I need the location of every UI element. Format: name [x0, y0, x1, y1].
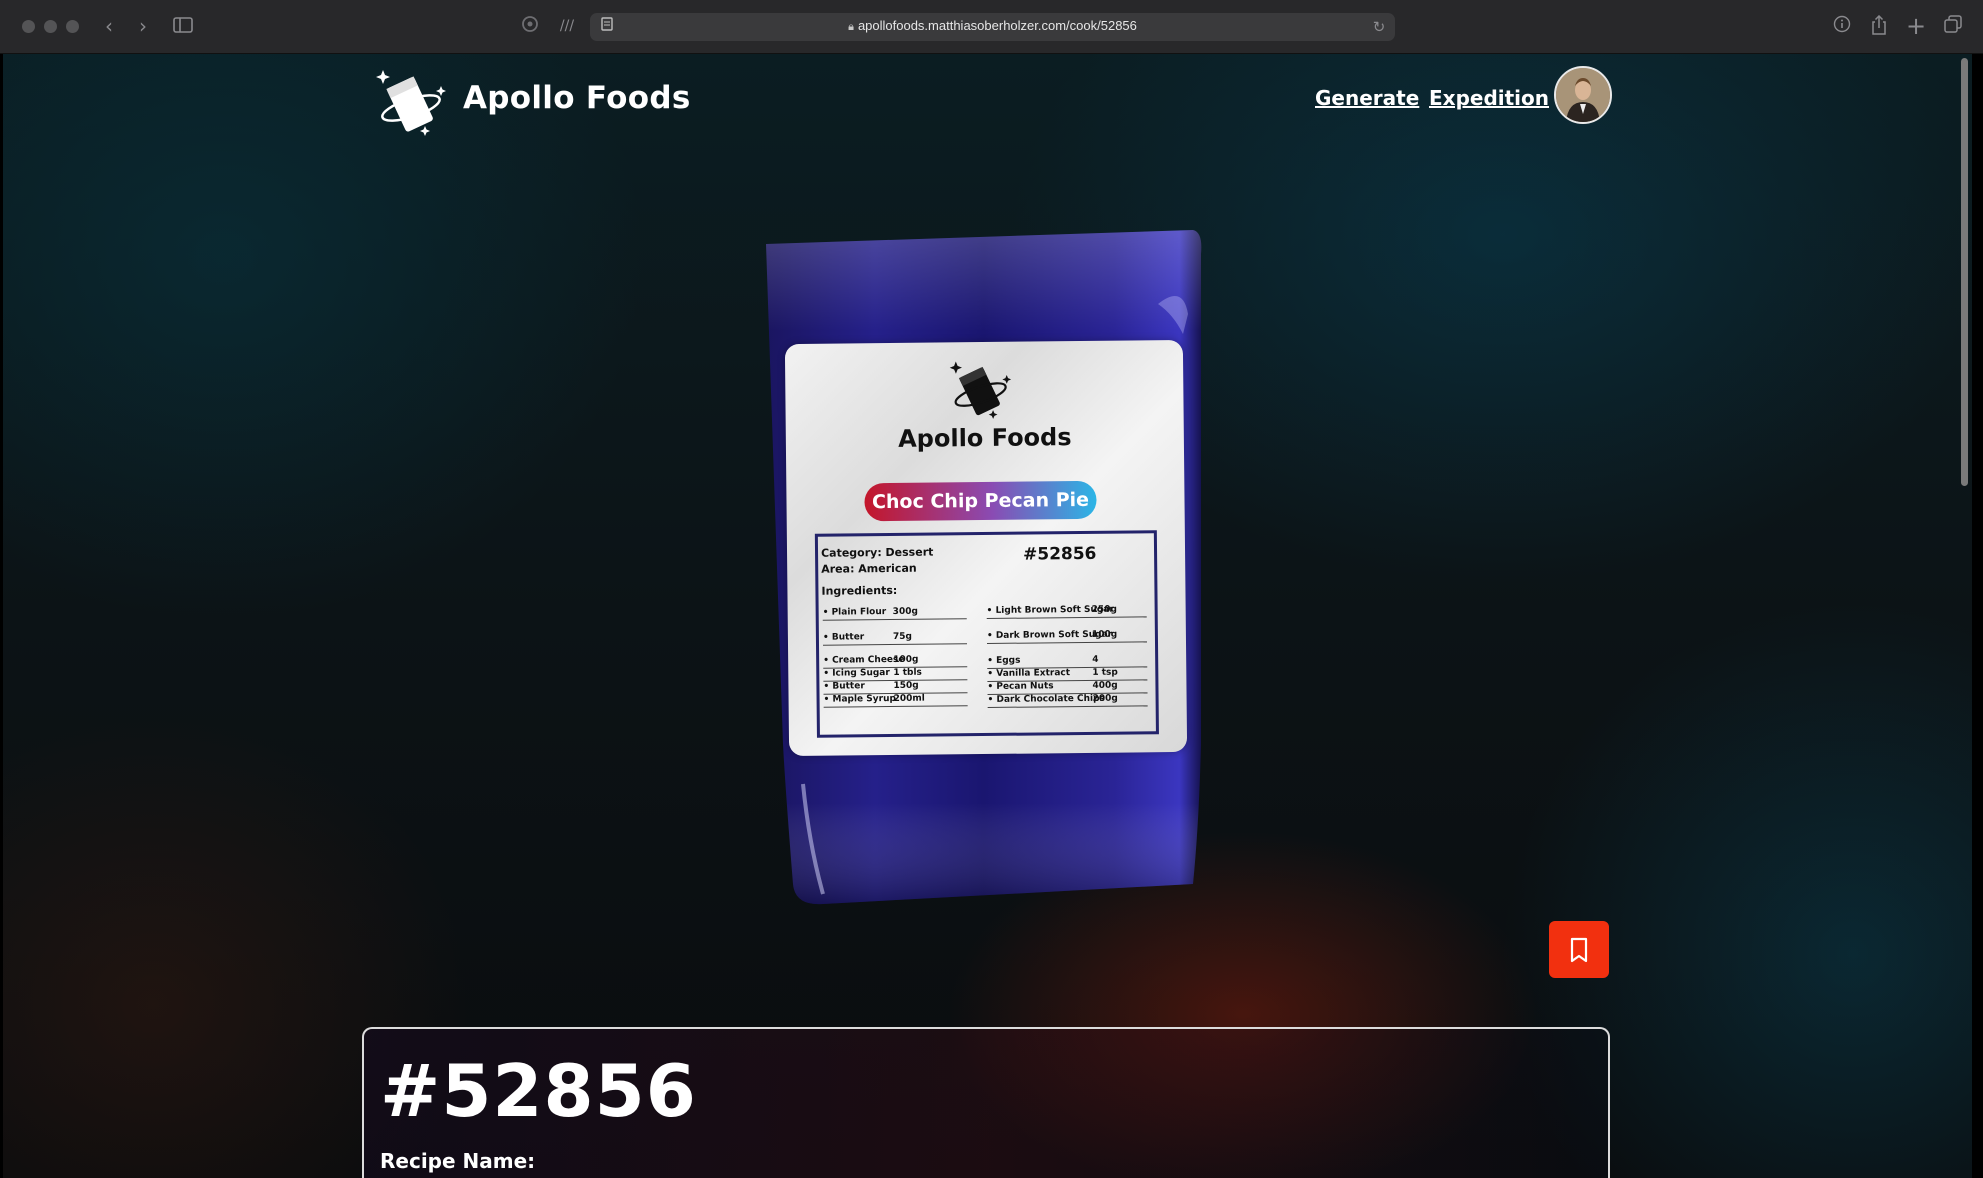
package-label: Apollo Foods Choc Chip Pecan Pie Categor… [784, 339, 1188, 757]
privacy-icon[interactable] [519, 15, 541, 37]
ingredient-row: • Light Brown Soft Sugar 250g [986, 603, 1147, 619]
browser-toolbar: ‹ › /// 🔒︎ apollofoods.matthiasoberholzer… [0, 0, 1983, 54]
ingredient-row: • Dark Chocolate Chips 200g [987, 692, 1148, 708]
label-ingredients-heading: Ingredients: [821, 583, 898, 598]
minimize-window-button[interactable] [44, 20, 57, 33]
zoom-window-button[interactable] [66, 20, 79, 33]
user-avatar[interactable] [1554, 66, 1612, 124]
recipe-name-label: Recipe Name: [380, 1149, 536, 1173]
back-icon[interactable]: ‹ [98, 15, 120, 37]
url-text: 🔒︎ apollofoods.matthiasoberholzer.com/coo… [590, 18, 1395, 34]
ingredient-row: • Maple Syrup 200ml [823, 692, 968, 708]
close-window-button[interactable] [22, 20, 35, 33]
nav-generate-link[interactable]: Generate [1315, 86, 1419, 110]
scrollbar[interactable] [1961, 58, 1968, 486]
label-area: Area: American [821, 561, 917, 576]
product-package-image: Apollo Foods Choc Chip Pecan Pie Categor… [763, 224, 1203, 914]
ingredient-row: • Plain Flour 300g [822, 605, 967, 621]
tabs-overview-icon[interactable] [1942, 15, 1964, 37]
share-icon[interactable] [1868, 14, 1890, 37]
url-value: apollofoods.matthiasoberholzer.com/cook/… [857, 18, 1137, 33]
recipe-detail-card: #52856 Recipe Name: [362, 1027, 1610, 1178]
label-category: Category: Dessert [820, 545, 934, 560]
window-controls [22, 20, 79, 33]
web-page: Apollo Foods Generate Expedition Apollo … [3, 54, 1972, 1178]
lock-icon: 🔒︎ [848, 21, 854, 33]
recipe-id-heading: #52856 [380, 1049, 697, 1133]
reload-icon[interactable]: ↻ [1368, 16, 1390, 38]
label-logo-icon [949, 361, 1012, 419]
brand-name[interactable]: Apollo Foods [463, 80, 691, 116]
sidebar-icon[interactable] [172, 15, 194, 37]
nav-expedition-link[interactable]: Expedition [1429, 86, 1549, 110]
nutrition-info-box: Category: Dessert Area: American #52856 … [814, 530, 1159, 738]
recipe-title-pill: Choc Chip Pecan Pie [864, 480, 1097, 522]
label-brand-name: Apollo Foods [898, 423, 1072, 453]
forward-icon[interactable]: › [132, 15, 154, 37]
info-icon[interactable] [1831, 15, 1853, 37]
apollo-logo-icon[interactable] [373, 64, 453, 144]
bookmark-button[interactable] [1549, 921, 1609, 978]
address-bar[interactable]: 🔒︎ apollofoods.matthiasoberholzer.com/coo… [590, 13, 1395, 41]
extension-icon[interactable]: /// [556, 15, 578, 37]
new-tab-icon[interactable]: + [1905, 14, 1927, 38]
bookmark-icon [1570, 937, 1588, 963]
ingredient-row: • Butter 75g [822, 630, 968, 646]
ingredient-row: • Dark Brown Soft Sugar 100g [986, 628, 1147, 644]
label-recipe-id: #52856 [1022, 543, 1097, 565]
